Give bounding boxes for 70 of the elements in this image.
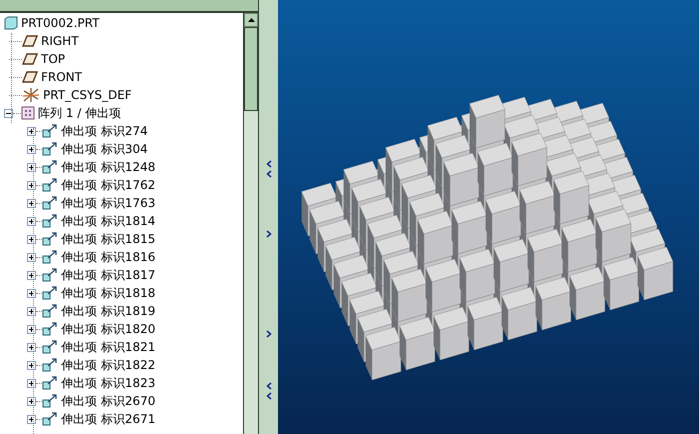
plane-icon <box>22 35 38 47</box>
tree-item[interactable]: FRONT <box>41 70 82 84</box>
scrollbar-thumb[interactable] <box>244 27 258 111</box>
scroll-up-icon[interactable] <box>248 18 254 22</box>
tree-item[interactable]: PRT0002.PRT <box>21 16 100 30</box>
tree-item[interactable]: 伸出项 标识1820 <box>61 322 156 336</box>
expand-toggle[interactable] <box>27 324 36 334</box>
expand-toggle[interactable] <box>27 180 36 190</box>
expand-toggle[interactable] <box>27 342 36 352</box>
tree-item[interactable]: 伸出项 标识1822 <box>61 358 156 372</box>
tree-item[interactable]: 伸出项 标识1814 <box>61 214 156 228</box>
extrude-icon <box>42 267 58 283</box>
extrude-icon <box>42 213 58 229</box>
chevron-right-icon[interactable] <box>266 330 272 338</box>
tree-item[interactable]: 伸出项 标识1816 <box>61 250 156 264</box>
tree-item[interactable]: 伸出项 标识1818 <box>61 286 156 300</box>
extrude-icon <box>42 321 58 337</box>
plane-icon <box>22 71 38 83</box>
extrude-icon <box>42 411 58 427</box>
extrude-icon <box>42 123 58 139</box>
tree-item[interactable]: 伸出项 标识2670 <box>61 394 156 408</box>
extrude-icon <box>42 357 58 373</box>
vertical-scrollbar[interactable] <box>243 13 258 434</box>
splitter-bar[interactable] <box>258 0 278 434</box>
tree-item[interactable]: 伸出项 标识1815 <box>61 232 156 246</box>
tree-item[interactable]: 伸出项 标识1248 <box>61 160 156 174</box>
cube-icon <box>4 16 18 30</box>
expand-toggle[interactable] <box>27 378 36 388</box>
tree-item[interactable]: 伸出项 标识304 <box>61 142 148 156</box>
extrude-icon <box>42 195 58 211</box>
expand-toggle[interactable] <box>27 126 36 136</box>
expand-toggle[interactable] <box>27 144 36 154</box>
extrude-icon <box>42 141 58 157</box>
tree-item[interactable]: 伸出项 标识2671 <box>61 412 156 426</box>
pattern-icon <box>21 106 35 120</box>
chevron-right-icon[interactable] <box>266 230 272 238</box>
extrude-icon <box>42 375 58 391</box>
extrude-icon <box>42 393 58 409</box>
extrude-icon <box>42 177 58 193</box>
tree-item[interactable]: 阵列 1 / 伸出项 <box>38 106 122 120</box>
expand-toggle[interactable] <box>27 162 36 172</box>
expand-toggle[interactable] <box>27 396 36 406</box>
expand-toggle[interactable] <box>27 198 36 208</box>
axes-icon <box>22 87 40 103</box>
tree-item[interactable]: TOP <box>41 52 66 66</box>
plane-icon <box>22 53 38 65</box>
extrude-icon <box>42 249 58 265</box>
tree-item[interactable]: 伸出项 标识1821 <box>61 340 156 354</box>
expand-toggle[interactable] <box>27 216 36 226</box>
tree-item[interactable]: 伸出项 标识1823 <box>61 376 156 390</box>
expand-toggle[interactable] <box>27 360 36 370</box>
expand-toggle[interactable] <box>27 306 36 316</box>
expand-toggle[interactable] <box>27 414 36 424</box>
tree-item[interactable]: RIGHT <box>41 34 79 48</box>
extrude-icon <box>42 285 58 301</box>
tree-item[interactable]: 伸出项 标识274 <box>61 124 148 138</box>
expand-toggle[interactable] <box>27 234 36 244</box>
tree-item[interactable]: PRT_CSYS_DEF <box>43 88 132 102</box>
expand-toggle[interactable] <box>27 252 36 262</box>
tree-item[interactable]: 伸出项 标识1763 <box>61 196 156 210</box>
extrude-icon <box>42 339 58 355</box>
tree-item[interactable]: 伸出项 标识1762 <box>61 178 156 192</box>
expand-toggle[interactable] <box>4 108 13 118</box>
expand-toggle[interactable] <box>27 288 36 298</box>
extrude-icon <box>42 303 58 319</box>
extrude-icon <box>42 159 58 175</box>
tree-item[interactable]: 伸出项 标识1819 <box>61 304 156 318</box>
extrude-icon <box>42 231 58 247</box>
expand-toggle[interactable] <box>27 270 36 280</box>
tree-item[interactable]: 伸出项 标识1817 <box>61 268 156 282</box>
